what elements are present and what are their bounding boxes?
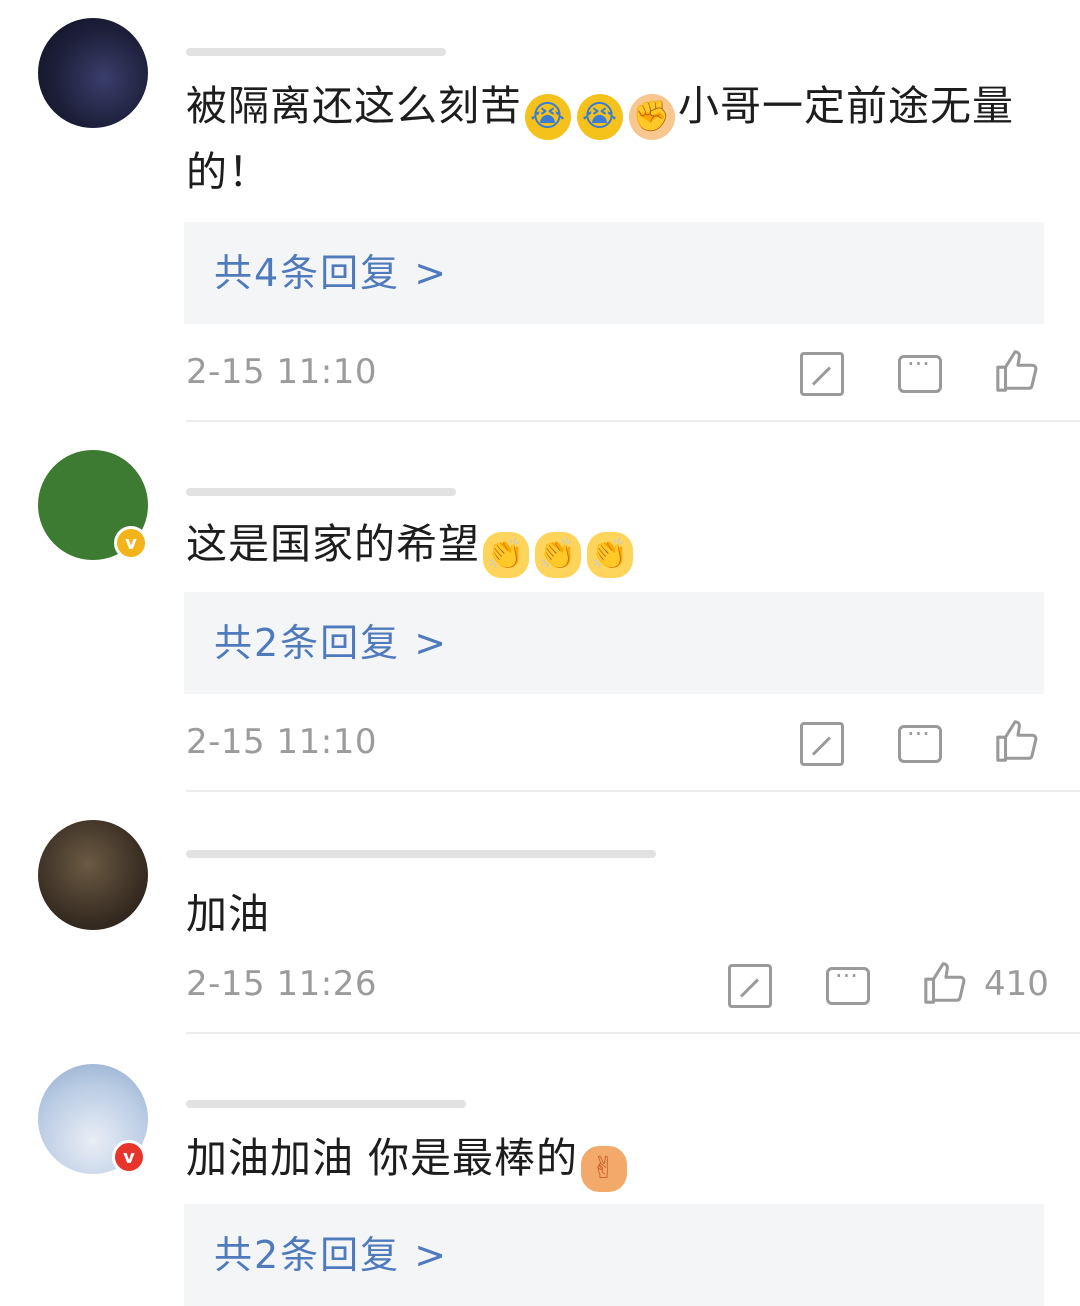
share-icon[interactable] [800,352,844,396]
comment-icon[interactable] [898,720,942,763]
comment-text: 加油加油 你是最棒的 ✌ [186,1126,1056,1192]
thumbs-up-icon[interactable] [994,348,1038,392]
reply-thread-link[interactable]: 共2条回复 > [184,1204,1044,1306]
reply-count-label: 共2条回复 > [214,621,449,665]
avatar[interactable] [38,820,148,930]
comment-icon[interactable] [898,350,942,393]
victory-hand-icon: ✌ [581,1146,628,1192]
avatar[interactable] [38,18,148,128]
reply-thread-link[interactable]: 共4条回复 > [184,222,1044,324]
crying-face-icon: 😭 [525,94,571,140]
comment-timestamp: 2-15 11:26 [186,964,377,1004]
thumbs-up-icon[interactable] [922,960,966,1004]
fist-icon: ✊ [629,94,675,140]
comment-timestamp: 2-15 11:10 [186,352,377,392]
share-icon[interactable] [800,722,844,766]
divider [186,1032,1080,1034]
verified-badge-icon: v [112,1140,146,1174]
clapping-hands-icon: 👏 [535,532,581,578]
comment-text: 被隔离还这么刻苦 😭 😭 ✊ 小哥一定前途无量的！ [186,82,1014,196]
reply-count-label: 共2条回复 > [214,1233,449,1277]
reply-count-label: 共4条回复 > [214,251,449,295]
divider [186,790,1080,792]
comment-text: 这是国家的希望 👏 👏 👏 [186,512,1056,578]
username-redacted[interactable] [186,488,456,496]
crying-face-icon: 😭 [577,94,623,140]
thumbs-up-icon[interactable] [994,718,1038,762]
comment-text: 加油 [186,890,270,938]
clapping-hands-icon: 👏 [587,532,633,578]
like-count: 410 [984,964,1049,1004]
username-redacted[interactable] [186,850,656,858]
username-redacted[interactable] [186,1100,466,1108]
username-redacted[interactable] [186,48,446,56]
share-icon[interactable] [728,964,772,1008]
clapping-hands-icon: 👏 [483,532,529,578]
comment-timestamp: 2-15 11:10 [186,722,377,762]
comment-icon[interactable] [826,962,870,1005]
verified-badge-icon: v [114,526,148,560]
divider [186,420,1080,422]
reply-thread-link[interactable]: 共2条回复 > [184,592,1044,694]
